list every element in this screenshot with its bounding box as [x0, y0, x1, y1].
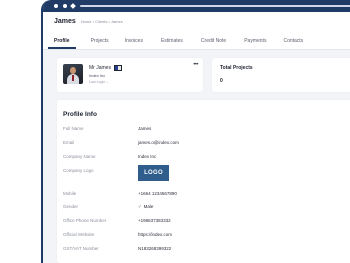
breadcrumb[interactable]: Home • Clients • James	[81, 19, 123, 24]
window-dot-icon[interactable]	[54, 4, 58, 8]
stats-value: 0	[220, 78, 223, 84]
tab-bar: Profile Projects Invoices Estimates Cred…	[43, 38, 303, 49]
tab-projects[interactable]: Projects	[91, 38, 109, 49]
user-name-row: Mr James	[89, 65, 122, 71]
flag-icon	[113, 65, 122, 71]
profile-info-card: Profile Info Full Name James Email james…	[57, 100, 350, 263]
tab-invoices[interactable]: Invoices	[125, 38, 143, 49]
info-row-gst-vat: GST/VAT Number N183268399322	[63, 246, 350, 254]
tab-contacts[interactable]: Contacts	[283, 38, 303, 49]
info-label: GST/VAT Number	[63, 246, 99, 251]
info-label: Mobile	[63, 191, 77, 196]
info-value[interactable]: https://index.com	[138, 232, 172, 237]
info-row-company-name: Company Name Index Inc	[63, 154, 350, 162]
user-summary-card: Mr James Index Inc Last Login -- •••	[57, 58, 203, 92]
info-label: Office Phone Number	[63, 218, 107, 223]
window-titlebar	[43, 0, 350, 12]
avatar	[63, 64, 83, 84]
info-row-company-logo: Company Logo LOGO	[63, 165, 350, 181]
app-window: James Home • Clients • James Profile Pro…	[41, 0, 350, 263]
info-row-gender: Gender ♂ Male	[63, 204, 350, 212]
address-bar[interactable]	[80, 5, 350, 7]
info-row-official-website: Official Website https://index.com	[63, 232, 350, 240]
info-label: Official Website	[63, 232, 95, 237]
stats-title: Total Projects	[220, 65, 253, 71]
tab-estimates[interactable]: Estimates	[161, 38, 183, 49]
info-label: Email	[63, 140, 75, 145]
window-dot-icon[interactable]	[63, 4, 67, 8]
user-name: Mr James	[89, 65, 111, 71]
page-header: James Home • Clients • James Profile Pro…	[43, 12, 350, 50]
info-label: Company Logo	[63, 168, 94, 173]
user-company: Index Inc	[89, 73, 106, 78]
tab-credit-note[interactable]: Credit Note	[201, 38, 226, 49]
male-icon: ♂	[138, 204, 142, 209]
section-title: Profile Info	[63, 111, 97, 118]
page-title: James	[54, 18, 76, 25]
window-diamond-icon[interactable]	[70, 3, 76, 9]
info-value: ♂ Male	[138, 204, 153, 209]
info-value: Index Inc	[138, 154, 157, 159]
tab-payments[interactable]: Payments	[244, 38, 266, 49]
more-horizontal-icon[interactable]: •••	[193, 62, 198, 68]
info-value: N183268399322	[138, 246, 172, 251]
info-value[interactable]: james.o@index.com	[138, 140, 179, 145]
total-projects-card: Total Projects 0 ⊞	[212, 58, 350, 92]
info-label: Full Name	[63, 126, 84, 131]
info-label: Company Name	[63, 154, 96, 159]
info-row-office-phone: Office Phone Number +198637383332	[63, 218, 350, 226]
tab-profile[interactable]: Profile	[48, 38, 75, 49]
gender-value: Male	[143, 204, 154, 209]
last-login: Last Login --	[89, 80, 109, 84]
info-row-full-name: Full Name James	[63, 126, 350, 134]
info-value: +198637383332	[138, 218, 171, 223]
info-row-mobile: Mobile +1664 1234567890	[63, 191, 350, 199]
info-row-email: Email james.o@index.com	[63, 140, 350, 148]
info-value: James	[138, 126, 152, 131]
info-label: Gender	[63, 204, 79, 209]
info-value: +1664 1234567890	[138, 191, 177, 196]
company-logo: LOGO	[138, 165, 169, 181]
